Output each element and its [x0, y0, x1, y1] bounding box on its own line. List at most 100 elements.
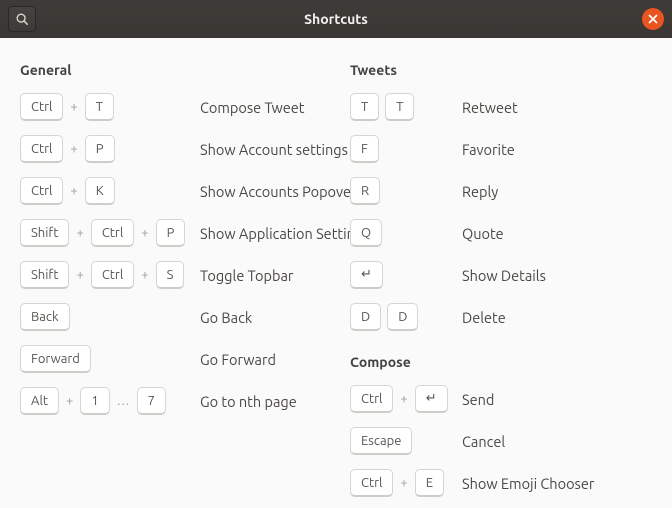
- key: Ctrl: [91, 219, 134, 247]
- key: Back: [20, 303, 70, 331]
- shortcut-row: Ctrl + P Show Account settings: [20, 134, 322, 164]
- shortcut-row: Ctrl + K Show Accounts Popover: [20, 176, 322, 206]
- key: 7: [137, 387, 166, 415]
- titlebar: Shortcuts: [0, 0, 672, 38]
- shortcut-desc: Compose Tweet: [200, 99, 304, 116]
- key-combo: F: [350, 135, 462, 163]
- key: Ctrl: [20, 135, 63, 163]
- shortcut-desc: Toggle Topbar: [200, 267, 293, 284]
- shortcut-row: Alt + 1 … 7 Go to nth page: [20, 386, 322, 416]
- shortcut-row: F Favorite: [350, 134, 652, 164]
- plus: +: [399, 392, 408, 406]
- shortcut-row: Q Quote: [350, 218, 652, 248]
- shortcut-desc: Go Forward: [200, 351, 276, 368]
- key-combo: Escape: [350, 427, 462, 455]
- plus: +: [140, 226, 149, 240]
- key: Shift: [20, 261, 69, 289]
- shortcut-row: Shift + Ctrl + S Toggle Topbar: [20, 260, 322, 290]
- shortcut-desc: Show Details: [462, 267, 546, 284]
- close-button[interactable]: [642, 8, 664, 30]
- key-combo: Shift + Ctrl + P: [20, 219, 200, 247]
- window-title: Shortcuts: [0, 11, 672, 27]
- search-icon: [15, 12, 29, 26]
- shortcut-row: Back Go Back: [20, 302, 322, 332]
- key: P: [85, 135, 115, 163]
- section-title-general: General: [20, 62, 322, 78]
- key-combo: T T: [350, 93, 462, 121]
- key: Ctrl: [20, 93, 63, 121]
- shortcut-desc: Show Accounts Popover: [200, 183, 357, 200]
- key: D: [387, 303, 418, 331]
- shortcut-row: Ctrl + T Compose Tweet: [20, 92, 322, 122]
- key: F: [350, 135, 379, 163]
- key: Shift: [20, 219, 69, 247]
- key: Ctrl: [350, 385, 393, 413]
- key: R: [350, 177, 380, 205]
- key: T: [385, 93, 414, 121]
- shortcut-desc: Quote: [462, 225, 504, 242]
- shortcut-row: R Reply: [350, 176, 652, 206]
- search-button[interactable]: [8, 6, 36, 32]
- section-tweets: Tweets T T Retweet F Favorite R Reply: [350, 62, 652, 332]
- column-right: Tweets T T Retweet F Favorite R Reply: [350, 62, 652, 488]
- key: K: [85, 177, 115, 205]
- shortcut-row: T T Retweet: [350, 92, 652, 122]
- plus: +: [69, 184, 78, 198]
- section-compose: Compose Ctrl + ↵ Send Escape Cancel Ctrl: [350, 354, 652, 498]
- shortcut-row: ↵ Show Details: [350, 260, 652, 290]
- key-combo: Back: [20, 303, 200, 331]
- key: Forward: [20, 345, 91, 373]
- key-combo: Ctrl + ↵: [350, 385, 462, 413]
- shortcut-desc: Show Emoji Chooser: [462, 475, 594, 492]
- key: T: [350, 93, 379, 121]
- shortcut-desc: Show Account settings: [200, 141, 348, 158]
- close-icon: [648, 14, 658, 24]
- shortcut-desc: Cancel: [462, 433, 505, 450]
- key: 1: [80, 387, 109, 415]
- section-title-tweets: Tweets: [350, 62, 652, 78]
- key: Escape: [350, 427, 412, 455]
- ellipsis: …: [116, 394, 131, 408]
- key-combo: Ctrl + K: [20, 177, 200, 205]
- key: T: [85, 93, 114, 121]
- shortcut-desc: Go Back: [200, 309, 252, 326]
- plus: +: [399, 476, 408, 490]
- shortcut-desc: Go to nth page: [200, 393, 297, 410]
- plus: +: [75, 268, 84, 282]
- key-enter: ↵: [350, 261, 383, 289]
- shortcut-row: Ctrl + E Show Emoji Chooser: [350, 468, 652, 498]
- shortcut-row: D D Delete: [350, 302, 652, 332]
- key: D: [350, 303, 381, 331]
- key-combo: ↵: [350, 261, 462, 289]
- key-combo: Ctrl + T: [20, 93, 200, 121]
- shortcut-desc: Reply: [462, 183, 498, 200]
- plus: +: [69, 100, 78, 114]
- key-enter: ↵: [415, 385, 448, 413]
- key: P: [156, 219, 186, 247]
- shortcut-row: Ctrl + ↵ Send: [350, 384, 652, 414]
- key: Ctrl: [350, 469, 393, 497]
- shortcut-row: Shift + Ctrl + P Show Application Settin…: [20, 218, 322, 248]
- plus: +: [140, 268, 149, 282]
- shortcut-row: Escape Cancel: [350, 426, 652, 456]
- key-combo: D D: [350, 303, 462, 331]
- section-general: General Ctrl + T Compose Tweet Ctrl + P …: [20, 62, 322, 416]
- plus: +: [69, 142, 78, 156]
- key: Q: [350, 219, 382, 247]
- key-combo: Ctrl + P: [20, 135, 200, 163]
- key-combo: Shift + Ctrl + S: [20, 261, 200, 289]
- content: General Ctrl + T Compose Tweet Ctrl + P …: [0, 38, 672, 508]
- key: Ctrl: [20, 177, 63, 205]
- key: Alt: [20, 387, 59, 415]
- shortcut-desc: Delete: [462, 309, 506, 326]
- key-combo: Ctrl + E: [350, 469, 462, 497]
- shortcut-desc: Show Application Settings: [200, 225, 370, 242]
- shortcut-row: Forward Go Forward: [20, 344, 322, 374]
- key: S: [156, 261, 185, 289]
- plus: +: [75, 226, 84, 240]
- key-combo: Forward: [20, 345, 200, 373]
- key-combo: Alt + 1 … 7: [20, 387, 200, 415]
- key: Ctrl: [91, 261, 134, 289]
- column-left: General Ctrl + T Compose Tweet Ctrl + P …: [20, 62, 322, 488]
- shortcut-desc: Favorite: [462, 141, 515, 158]
